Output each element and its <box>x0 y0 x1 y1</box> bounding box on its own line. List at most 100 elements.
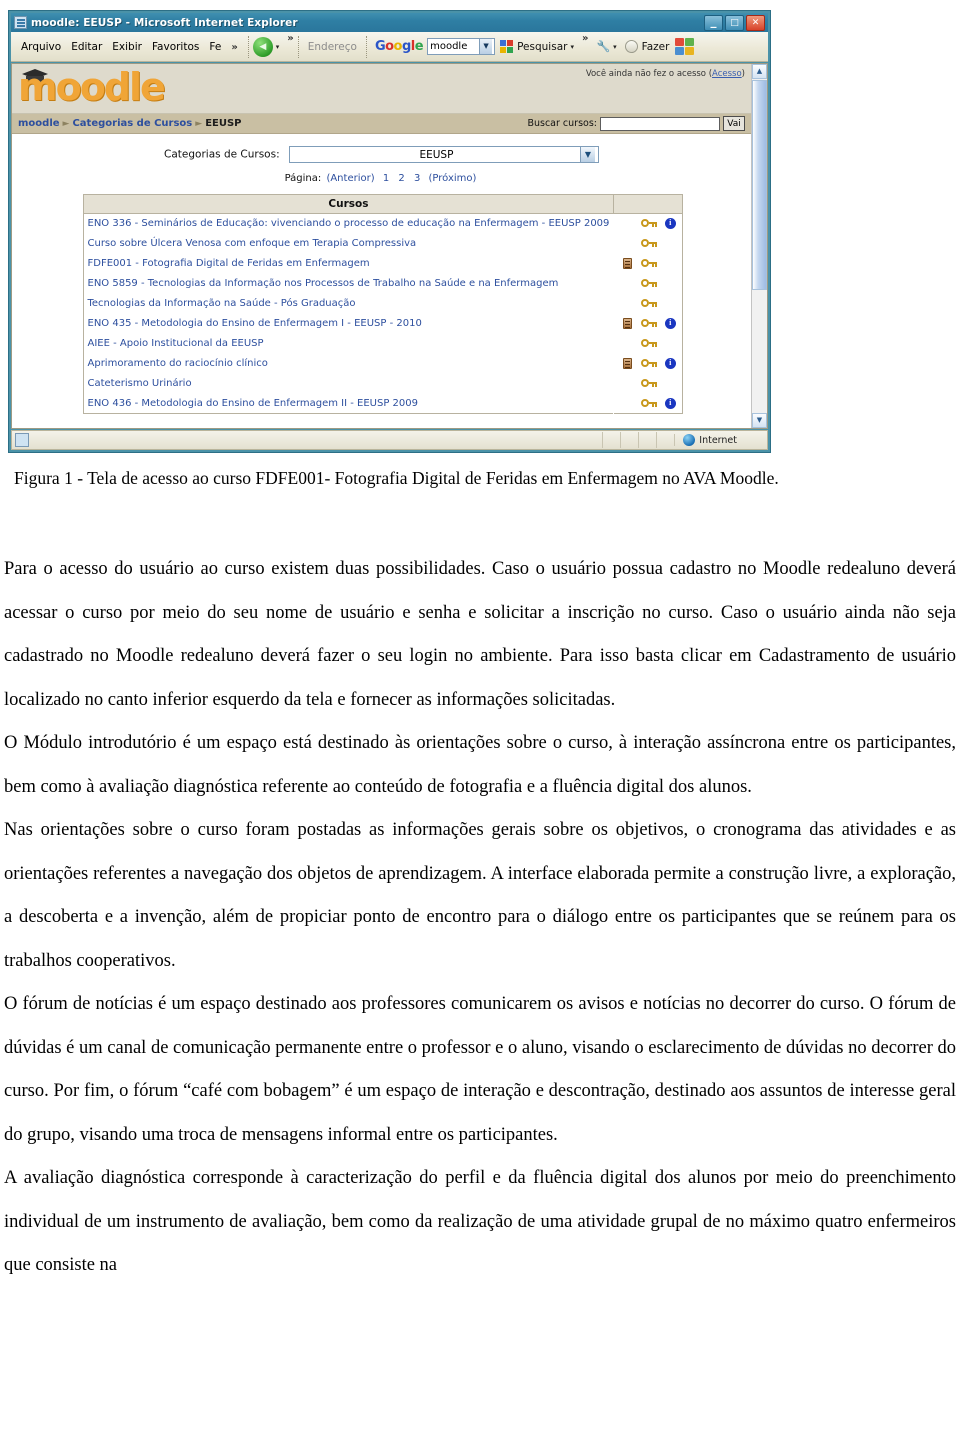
menu-item-exibir[interactable]: Exibir <box>112 41 142 53</box>
chevron-down-icon[interactable]: ▼ <box>579 147 595 162</box>
course-name[interactable]: FDFE001 - Fotografia Digital de Feridas … <box>83 254 614 274</box>
course-search-group: Buscar cursos: Vai <box>527 116 745 131</box>
menu-overflow-icon[interactable]: » <box>231 42 237 53</box>
category-select[interactable]: EEUSP ▼ <box>288 146 599 163</box>
course-name[interactable]: ENO 5859 - Tecnologias da Informação nos… <box>83 274 614 294</box>
nav-overflow-icon[interactable]: » <box>287 33 293 44</box>
pagination-next[interactable]: (Próximo) <box>429 173 477 184</box>
course-icons <box>613 233 683 254</box>
table-row[interactable]: Aprimoramento do raciocínio clínico <box>83 353 683 374</box>
google-logo-icon: Google <box>374 39 424 54</box>
course-icons <box>613 393 683 414</box>
login-status-text: Você ainda não fez o acesso ( <box>585 69 713 79</box>
table-row[interactable]: AIEE - Apoio Institucional da EEUSP <box>83 333 683 354</box>
google-search-input[interactable]: moodle ▼ <box>427 38 496 55</box>
status-page-icon <box>15 433 29 447</box>
menu-item-arquivo[interactable]: Arquivo <box>21 41 61 53</box>
login-link[interactable]: Acesso <box>712 69 742 79</box>
breadcrumb-moodle[interactable]: moodle <box>18 118 60 129</box>
doc-icon[interactable] <box>623 317 633 329</box>
scroll-up-icon[interactable]: ▲ <box>752 64 767 79</box>
key-icon[interactable] <box>640 378 657 388</box>
course-name[interactable]: Cateterismo Urinário <box>83 374 614 394</box>
pagination-prev[interactable]: (Anterior) <box>326 173 374 184</box>
course-name[interactable]: ENO 436 - Metodologia do Ensino de Enfer… <box>83 394 614 414</box>
menu-item-ferramentas[interactable]: Fe <box>209 41 221 53</box>
key-icon[interactable] <box>640 298 657 308</box>
doc-icon[interactable] <box>623 357 633 369</box>
window-controls: _ □ ✕ <box>704 14 765 31</box>
google-search-history-icon[interactable]: ▼ <box>479 39 493 54</box>
close-button[interactable]: ✕ <box>746 14 765 31</box>
back-dropdown-icon[interactable]: ▾ <box>276 43 280 51</box>
fazer-button[interactable]: Fazer <box>642 41 670 53</box>
course-name[interactable]: Tecnologias da Informação na Saúde - Pós… <box>83 294 614 314</box>
browser-statusbar: Internet <box>11 430 768 450</box>
menu-item-editar[interactable]: Editar <box>71 41 102 53</box>
courses-column-header: Cursos <box>83 194 614 214</box>
table-row[interactable]: ENO 435 - Metodologia do Ensino de Enfer… <box>83 313 683 334</box>
back-button[interactable] <box>252 36 273 57</box>
paragraph-4: O fórum de notícias é um espaço destinad… <box>4 994 956 1145</box>
table-row[interactable]: ENO 5859 - Tecnologias da Informação nos… <box>83 273 683 294</box>
scroll-down-icon[interactable]: ▼ <box>752 413 767 428</box>
course-search-input[interactable] <box>600 116 720 131</box>
table-row[interactable]: ENO 336 - Seminários de Educação: vivenc… <box>83 213 683 234</box>
google-toolbar-overflow-icon[interactable]: » <box>582 33 588 44</box>
table-row[interactable]: FDFE001 - Fotografia Digital de Feridas … <box>83 253 683 274</box>
info-icon[interactable] <box>664 397 676 409</box>
table-row[interactable]: Tecnologias da Informação na Saúde - Pós… <box>83 293 683 314</box>
google-search-squares-icon <box>500 39 514 54</box>
maximize-button[interactable]: □ <box>725 14 744 31</box>
key-icon[interactable] <box>640 338 657 348</box>
breadcrumb-categorias[interactable]: Categorias de Cursos <box>72 118 192 129</box>
pagination-page-1[interactable]: 1 <box>383 173 389 184</box>
doc-icon[interactable] <box>623 257 633 269</box>
scrollbar-thumb[interactable] <box>752 80 767 290</box>
fazer-circle-icon <box>624 40 638 53</box>
breadcrumb-separator-1: ► <box>62 118 70 129</box>
courses-table-wrapper: Cursos ENO 336 - Seminários de Educação:… <box>82 194 683 414</box>
course-name[interactable]: AIEE - Apoio Institucional da EEUSP <box>83 334 614 354</box>
window-title: moodle: EEUSP - Microsoft Internet Explo… <box>31 16 298 29</box>
wrench-dropdown-icon[interactable]: ▾ <box>613 43 617 51</box>
page-vertical-scrollbar[interactable]: ▲ ▼ <box>751 64 767 428</box>
windows-flag-icon <box>675 37 695 56</box>
courses-table: Cursos ENO 336 - Seminários de Educação:… <box>82 194 683 414</box>
course-search-go-button[interactable]: Vai <box>723 116 745 131</box>
key-icon[interactable] <box>640 238 657 248</box>
key-icon[interactable] <box>640 398 657 408</box>
table-row[interactable]: Curso sobre Úlcera Venosa com enfoque em… <box>83 233 683 254</box>
paragraph-2: O Módulo introdutório é um espaço está d… <box>4 733 956 797</box>
info-icon[interactable] <box>664 357 676 369</box>
table-row[interactable]: Cateterismo Urinário <box>83 373 683 394</box>
google-search-dropdown-icon[interactable]: ▾ <box>570 43 574 51</box>
key-icon[interactable] <box>640 318 657 328</box>
google-search-button[interactable]: Pesquisar <box>517 41 567 53</box>
table-row[interactable]: ENO 436 - Metodologia do Ensino de Enfer… <box>83 393 683 414</box>
course-name[interactable]: Curso sobre Úlcera Venosa com enfoque em… <box>83 234 614 254</box>
minimize-button[interactable]: _ <box>704 14 723 31</box>
moodle-logo[interactable]: moodle <box>18 65 166 109</box>
pagination-page-2[interactable]: 2 <box>398 173 404 184</box>
info-icon[interactable] <box>664 317 676 329</box>
key-icon[interactable] <box>640 278 657 288</box>
wrench-icon[interactable]: 🔧 <box>596 40 610 53</box>
info-icon[interactable] <box>664 217 676 229</box>
course-name[interactable]: ENO 336 - Seminários de Educação: vivenc… <box>83 214 614 234</box>
key-icon[interactable] <box>640 358 657 368</box>
menu-item-favoritos[interactable]: Favoritos <box>152 41 199 53</box>
toolbar-divider-1 <box>247 35 249 58</box>
key-icon[interactable] <box>640 258 657 268</box>
maximize-icon: □ <box>730 17 739 28</box>
paragraph-3: Nas orientações sobre o curso foram post… <box>4 820 956 971</box>
paragraph-5: A avaliação diagnóstica corresponde à ca… <box>4 1168 956 1275</box>
course-name[interactable]: ENO 435 - Metodologia do Ensino de Enfer… <box>83 314 614 334</box>
course-icons <box>613 353 683 374</box>
course-icons <box>613 313 683 334</box>
pagination-page-3[interactable]: 3 <box>414 173 420 184</box>
course-name[interactable]: Aprimoramento do raciocínio clínico <box>83 354 614 374</box>
pagination: Página: (Anterior) 1 2 3 (Próximo) <box>12 173 751 184</box>
browser-window-screenshot: moodle: EEUSP - Microsoft Internet Explo… <box>8 10 771 453</box>
key-icon[interactable] <box>640 219 657 228</box>
